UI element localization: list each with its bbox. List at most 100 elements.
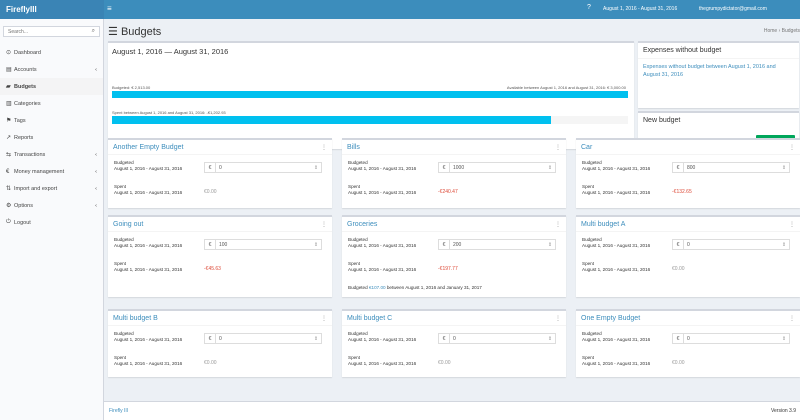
chevron-left-icon: ‹ (95, 168, 97, 175)
spent-range: August 1, 2016 - August 31, 2016 (114, 361, 183, 366)
spent-range: August 1, 2016 - August 31, 2016 (582, 190, 651, 195)
budgets-title-icon: ☰ (108, 26, 118, 38)
budget-amount-value[interactable]: 100 (216, 242, 311, 248)
sidebar-item-label: Accounts (14, 66, 37, 73)
sidebar-item-label: Logout (14, 219, 31, 226)
budget-amount-input[interactable]: €0 ⇕ (204, 333, 322, 344)
sidebar-item-logout[interactable]: ⏻ Logout (0, 214, 103, 231)
budget-name-link[interactable]: One Empty Budget ⋮ (576, 311, 800, 326)
app-logo[interactable]: FireflyIII (0, 0, 104, 19)
sidebar: ⌕ ⊙Dashboard▤Accounts‹▰Budgets▥Categorie… (0, 19, 104, 420)
chevron-left-icon: ‹ (95, 66, 97, 73)
currency-symbol: € (205, 163, 216, 172)
budget-options-icon[interactable]: ⋮ (321, 221, 327, 228)
sidebar-item-icon: ↗ (6, 135, 12, 141)
page-title-text: Budgets (120, 26, 162, 38)
budget-amount-input[interactable]: €100 ⇕ (204, 239, 322, 250)
budgeted-text: Budgeted August 1, 2016 - August 31, 2016 (114, 331, 182, 343)
budget-name-link[interactable]: Car ⋮ (576, 140, 800, 155)
spinner-icon[interactable]: ⇕ (311, 336, 321, 342)
budget-period-note: Budgeted €107.00 between August 1, 2016 … (348, 285, 482, 290)
budget-name-link[interactable]: Going out ⋮ (108, 217, 332, 232)
budget-name-link[interactable]: Bills ⋮ (342, 140, 566, 155)
budget-options-icon[interactable]: ⋮ (555, 221, 561, 228)
budget-amount-value[interactable]: 200 (450, 242, 545, 248)
budget-options-icon[interactable]: ⋮ (789, 221, 795, 228)
budgeted-range: August 1, 2016 - August 31, 2016 (582, 166, 651, 171)
budget-name-link[interactable]: Groceries ⋮ (342, 217, 566, 232)
budgeted-range: August 1, 2016 - August 31, 2016 (114, 166, 183, 171)
budgeted-range: August 1, 2016 - August 31, 2016 (348, 243, 417, 248)
sidebar-item-accounts[interactable]: ▤ Accounts ‹ (0, 61, 103, 78)
budget-name-link[interactable]: Multi budget C ⋮ (342, 311, 566, 326)
spent-amount: -€132.65 (672, 189, 692, 195)
spent-text: Spent August 1, 2016 - August 31, 2016 (348, 184, 416, 196)
budget-name-link[interactable]: Another Empty Budget ⋮ (108, 140, 332, 155)
sidebar-item-categories[interactable]: ▥ Categories (0, 95, 103, 112)
sidebar-item-options[interactable]: ⚙ Options ‹ (0, 197, 103, 214)
help-icon[interactable]: ? (587, 4, 591, 11)
footer-app-link[interactable]: Firefly III (109, 408, 128, 414)
sidebar-item-label: Categories (14, 100, 41, 107)
budget-amount-input[interactable]: €0 ⇕ (672, 333, 790, 344)
budget-name-link[interactable]: Multi budget A ⋮ (576, 217, 800, 232)
budget-amount-input[interactable]: €0 ⇕ (438, 333, 556, 344)
breadcrumb-home[interactable]: Home (764, 28, 777, 34)
spinner-icon[interactable]: ⇕ (545, 165, 555, 171)
budget-amount-value[interactable]: 0 (684, 336, 779, 342)
sidebar-item-dashboard[interactable]: ⊙ Dashboard (0, 44, 103, 61)
spinner-icon[interactable]: ⇕ (311, 165, 321, 171)
spinner-icon[interactable]: ⇕ (779, 165, 789, 171)
budget-options-icon[interactable]: ⋮ (789, 144, 795, 151)
note-prefix: Budgeted (348, 285, 369, 290)
budget-options-icon[interactable]: ⋮ (789, 315, 795, 322)
spent-range: August 1, 2016 - August 31, 2016 (348, 267, 417, 272)
chevron-left-icon: ‹ (95, 151, 97, 158)
spinner-icon[interactable]: ⇕ (545, 242, 555, 248)
budget-amount-input[interactable]: €800 ⇕ (672, 162, 790, 173)
budget-name: Bills (347, 144, 360, 151)
budget-options-icon[interactable]: ⋮ (321, 144, 327, 151)
budget-name-link[interactable]: Multi budget B ⋮ (108, 311, 332, 326)
sidebar-toggle-icon[interactable]: ≡ (107, 4, 112, 13)
budget-amount-input[interactable]: €1000 ⇕ (438, 162, 556, 173)
note-budgeted-link[interactable]: €107.00 (369, 285, 386, 290)
date-range-picker[interactable]: August 1, 2016 - August 31, 2016 (603, 6, 677, 12)
sidebar-item-tags[interactable]: ⚑ Tags (0, 112, 103, 129)
spinner-icon[interactable]: ⇕ (779, 242, 789, 248)
budget-card: Multi budget A ⋮ Budgeted August 1, 2016 - … (576, 215, 800, 297)
budget-amount-input[interactable]: €0 ⇕ (672, 239, 790, 250)
budget-amount-input[interactable]: €0 ⇕ (204, 162, 322, 173)
spent-amount: €0.00 (672, 266, 685, 272)
sidebar-item-transactions[interactable]: ⇆ Transactions ‹ (0, 146, 103, 163)
budget-card: Groceries ⋮ Budgeted August 1, 2016 - Augus… (342, 215, 566, 297)
budget-amount-value[interactable]: 1000 (450, 165, 545, 171)
budget-options-icon[interactable]: ⋮ (321, 315, 327, 322)
spent-text: Spent August 1, 2016 - August 31, 2016 (114, 184, 182, 196)
budget-amount-value[interactable]: 800 (684, 165, 779, 171)
sidebar-item-budgets[interactable]: ▰ Budgets (0, 78, 103, 95)
spinner-icon[interactable]: ⇕ (779, 336, 789, 342)
page-title: ☰ Budgets (108, 25, 161, 38)
budgeted-range: August 1, 2016 - August 31, 2016 (582, 243, 651, 248)
budget-amount-input[interactable]: €200 ⇕ (438, 239, 556, 250)
budget-amount-value[interactable]: 0 (450, 336, 545, 342)
budget-name: Multi budget A (581, 221, 626, 228)
sidebar-item-money-management[interactable]: € Money management ‹ (0, 163, 103, 180)
sidebar-item-icon: ⚑ (6, 118, 12, 124)
sidebar-item-import-and-export[interactable]: ⇅ Import and export ‹ (0, 180, 103, 197)
budget-options-icon[interactable]: ⋮ (555, 315, 561, 322)
search-input[interactable] (4, 27, 84, 36)
budget-amount-value[interactable]: 0 (216, 336, 311, 342)
spinner-icon[interactable]: ⇕ (311, 242, 321, 248)
user-menu[interactable]: thegrumpydictator@gmail.com (699, 6, 767, 12)
budget-amount-value[interactable]: 0 (684, 242, 779, 248)
budget-options-icon[interactable]: ⋮ (555, 144, 561, 151)
sidebar-item-reports[interactable]: ↗ Reports (0, 129, 103, 146)
expenses-without-budget-link[interactable]: Expenses without budget between August 1… (638, 59, 799, 83)
spent-text: Spent August 1, 2016 - August 31, 2016 (348, 355, 416, 367)
sidebar-item-label: Options (14, 202, 33, 209)
search-icon[interactable]: ⌕ (92, 28, 95, 35)
budget-amount-value[interactable]: 0 (216, 165, 311, 171)
spinner-icon[interactable]: ⇕ (545, 336, 555, 342)
